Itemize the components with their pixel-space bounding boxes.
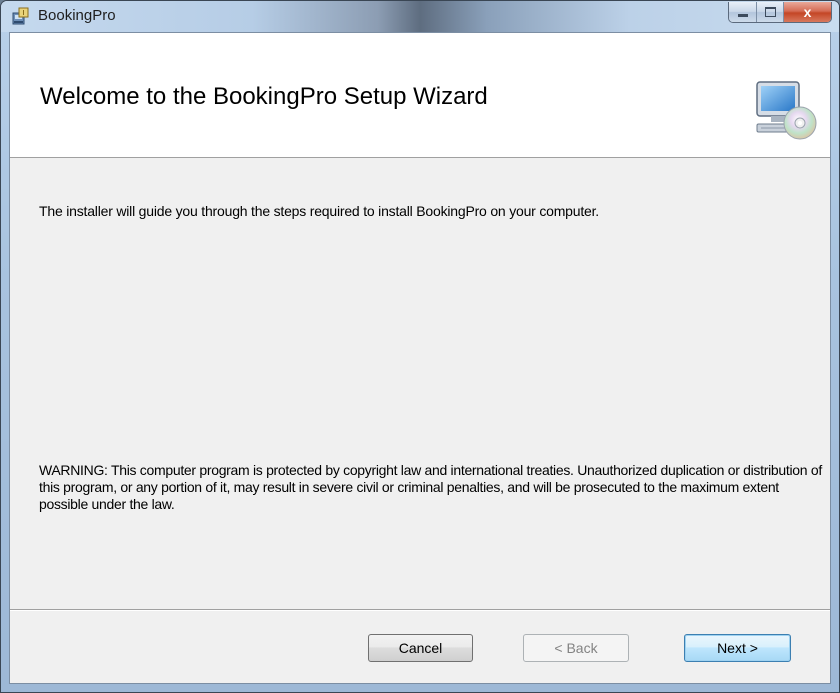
next-button[interactable]: Next > xyxy=(684,634,791,662)
back-button[interactable]: < Back xyxy=(523,634,629,662)
caption-buttons: x xyxy=(728,2,832,23)
footer-separator xyxy=(10,609,830,611)
maximize-icon xyxy=(764,7,776,17)
installer-window: BookingPro x Welcome to the BookingPro S… xyxy=(0,0,840,693)
installer-app-icon xyxy=(11,6,31,26)
close-button[interactable]: x xyxy=(784,2,831,22)
copyright-warning-text: WARNING: This computer program is protec… xyxy=(39,462,822,512)
computer-cd-icon xyxy=(753,80,819,142)
title-bar[interactable]: BookingPro x xyxy=(1,1,839,32)
intro-text: The installer will guide you through the… xyxy=(39,203,599,219)
minimize-icon xyxy=(737,13,748,17)
page-title: Welcome to the BookingPro Setup Wizard xyxy=(40,83,488,110)
minimize-button[interactable] xyxy=(729,2,757,22)
close-icon: x xyxy=(803,4,812,20)
maximize-button[interactable] xyxy=(757,2,784,22)
window-title: BookingPro xyxy=(38,7,116,24)
cancel-button[interactable]: Cancel xyxy=(368,634,473,662)
wizard-client-area: Welcome to the BookingPro Setup Wizard T… xyxy=(9,32,831,684)
wizard-banner: Welcome to the BookingPro Setup Wizard xyxy=(10,33,830,158)
